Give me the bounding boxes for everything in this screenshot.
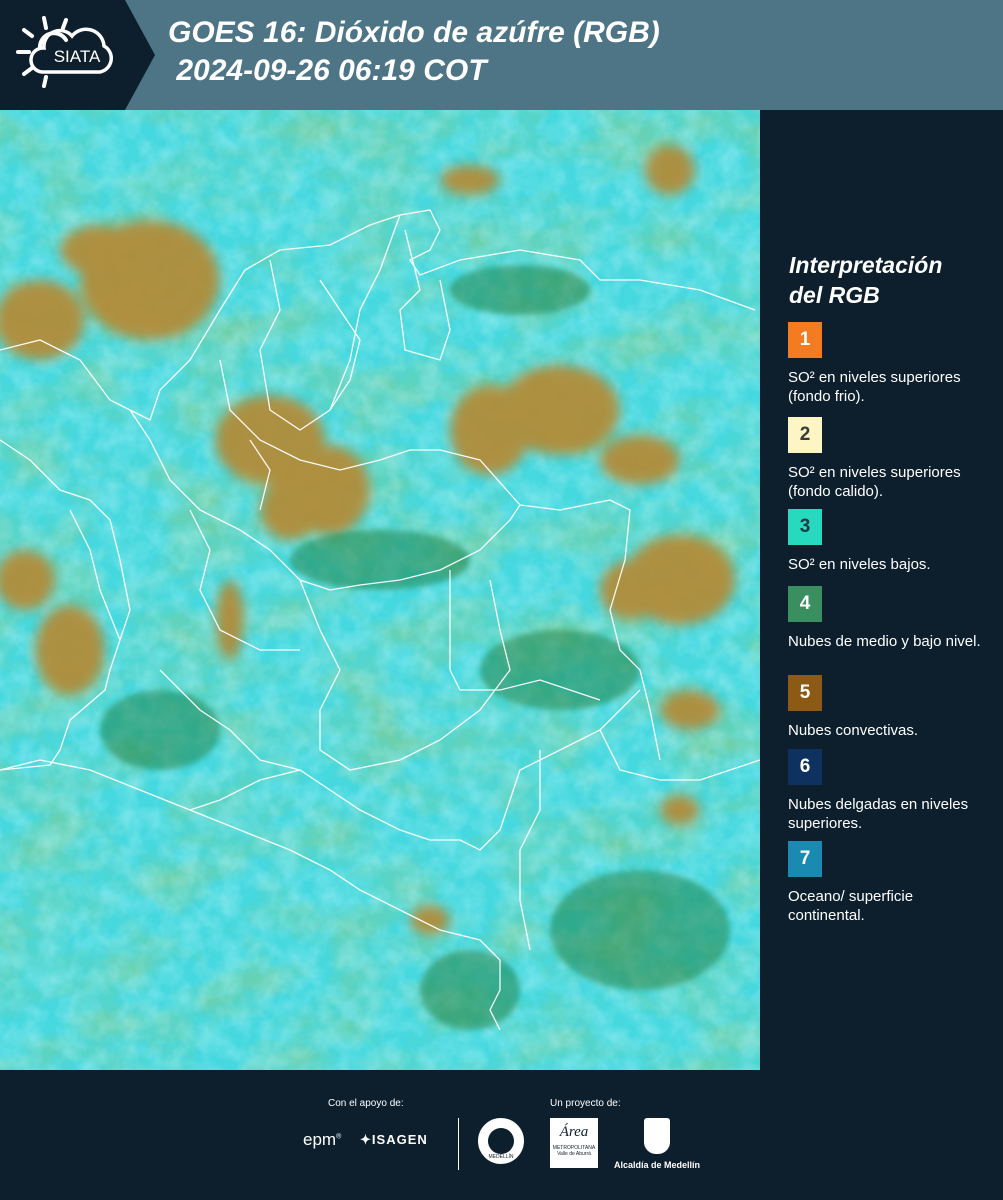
legend-number-3: 3 [799, 516, 811, 537]
legend-number-1: 1 [799, 329, 811, 350]
legend-text-6: Nubes delgadas en niveles superiores. [788, 796, 969, 832]
legend-swatch-7: 7 [788, 841, 822, 877]
logo-text: SIATA [54, 47, 101, 66]
area-metropolitana-logo: Área METROPOLITANA Valle de Aburrá [550, 1118, 598, 1168]
medellin-seal-logo: MEDELLÍN [478, 1118, 524, 1164]
legend-item-4: 4 Nubes de medio y bajo nivel. [788, 586, 988, 651]
legend-text-7: Oceano/ superficie continental. [788, 888, 914, 924]
title-line-2: 2024-09-26 06:19 COT [168, 54, 487, 87]
legend-number-4: 4 [799, 593, 811, 614]
title-line-1: GOES 16: Dióxido de azúfre (RGB) [168, 16, 660, 49]
legend-number-2: 2 [799, 424, 811, 445]
legend-number-6: 6 [799, 756, 811, 777]
isagen-logo: ✦ISAGEN [360, 1132, 428, 1147]
legend-title-line-2: del RGB [789, 282, 880, 308]
shield-icon [644, 1118, 670, 1154]
isagen-mark-icon: ✦ [360, 1132, 372, 1147]
legend-number-5: 5 [799, 682, 811, 703]
siata-logo: SIATA [0, 0, 155, 110]
legend-swatch-4: 4 [788, 586, 822, 622]
legend-title: Interpretación del RGB [789, 250, 989, 310]
legend-item-2: 2 SO² en niveles superiores (fondo calid… [788, 417, 988, 501]
alcaldia-medellin-logo: Alcaldía de Medellín [612, 1118, 702, 1170]
footer: Con el apoyo de: Un proyecto de: epm® ✦I… [0, 1070, 1003, 1200]
legend-text-2: SO² en niveles superiores (fondo calido)… [788, 464, 961, 500]
legend-swatch-3: 3 [788, 509, 822, 545]
legend-number-7: 7 [799, 848, 811, 869]
project-label: Un proyecto de: [550, 1098, 621, 1109]
legend-panel: Interpretación del RGB 1 SO² en niveles … [760, 110, 1003, 1070]
footer-divider [458, 1118, 459, 1170]
epm-logo: epm® [303, 1130, 342, 1149]
header-bar: SIATA GOES 16: Dióxido de azúfre (RGB) 2… [0, 0, 1003, 110]
legend-swatch-1: 1 [788, 322, 822, 358]
legend-item-3: 3 SO² en niveles bajos. [788, 509, 988, 574]
legend-item-7: 7 Oceano/ superficie continental. [788, 841, 988, 925]
support-label: Con el apoyo de: [328, 1098, 404, 1109]
legend-item-5: 5 Nubes convectivas. [788, 675, 988, 740]
satellite-image [0, 110, 760, 1070]
legend-text-3: SO² en niveles bajos. [788, 556, 931, 573]
page-title: GOES 16: Dióxido de azúfre (RGB) 2024-09… [168, 14, 660, 90]
legend-swatch-2: 2 [788, 417, 822, 453]
legend-text-5: Nubes convectivas. [788, 722, 919, 739]
legend-item-1: 1 SO² en niveles superiores (fondo frio)… [788, 322, 988, 406]
legend-item-6: 6 Nubes delgadas en niveles superiores. [788, 749, 988, 833]
legend-text-1: SO² en niveles superiores (fondo frio). [788, 369, 961, 405]
legend-title-line-1: Interpretación [789, 252, 943, 278]
legend-swatch-6: 6 [788, 749, 822, 785]
legend-text-4: Nubes de medio y bajo nivel. [788, 633, 981, 650]
legend-swatch-5: 5 [788, 675, 822, 711]
